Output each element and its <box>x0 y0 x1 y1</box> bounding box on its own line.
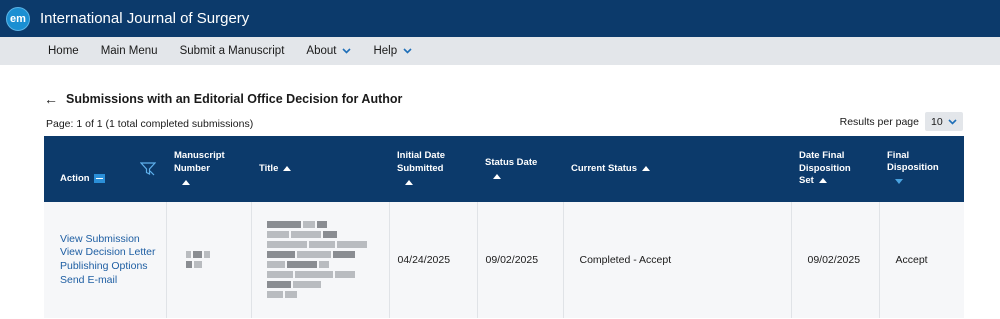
col-title-label: Title <box>259 162 279 174</box>
col-current-status[interactable]: Current Status <box>563 136 791 202</box>
results-per-page: Results per page 10 <box>840 112 963 131</box>
col-date-final-label-1: Date Final <box>799 150 845 162</box>
col-current-status-label: Current Status <box>571 162 637 174</box>
table-header-row: Action Manuscript Number Title Initial D… <box>44 136 964 202</box>
nav-submit-label: Submit a Manuscript <box>179 45 285 57</box>
col-date-final-label-2: Disposition <box>799 162 851 174</box>
nav-about-label: About <box>306 45 337 57</box>
nav-home-label: Home <box>48 45 79 57</box>
col-final-disposition[interactable]: Final Disposition <box>879 136 964 202</box>
send-email-link[interactable]: Send E-mail <box>60 274 158 288</box>
page-info: Page: 1 of 1 (1 total completed submissi… <box>46 118 254 130</box>
results-per-page-select[interactable]: 10 <box>925 112 963 131</box>
col-title[interactable]: Title <box>251 136 389 202</box>
chevron-down-icon <box>342 48 352 54</box>
sort-asc-icon <box>641 165 650 171</box>
col-final-label-1: Final <box>887 149 910 161</box>
nav-main-menu-label: Main Menu <box>100 45 158 57</box>
col-initial-label-1: Initial Date <box>397 150 446 162</box>
collapse-icon[interactable] <box>94 173 106 183</box>
sort-asc-icon <box>283 165 292 171</box>
view-submission-link[interactable]: View Submission <box>60 233 158 247</box>
col-final-label-2: Disposition <box>887 162 939 174</box>
sort-asc-icon <box>818 178 827 184</box>
redacted-title <box>266 220 381 300</box>
publishing-options-link[interactable]: Publishing Options <box>60 260 158 274</box>
back-arrow-icon[interactable]: ← <box>44 92 58 106</box>
table-row: View Submission View Decision Letter Pub… <box>44 202 964 318</box>
cell-initial-date-submitted: 04/24/2025 <box>389 202 478 318</box>
col-action-label: Action <box>60 172 90 184</box>
col-date-final-disposition[interactable]: Date Final Disposition Set <box>791 136 879 202</box>
nav-help[interactable]: Help <box>373 45 412 57</box>
col-ms-label-1: Manuscript <box>174 150 225 162</box>
nav-home[interactable]: Home <box>48 45 79 57</box>
cell-manuscript-number <box>166 202 252 318</box>
redacted-manuscript-number <box>185 250 243 270</box>
results-per-page-value: 10 <box>931 115 943 128</box>
col-ms-label-2: Number <box>174 162 210 174</box>
col-initial-date[interactable]: Initial Date Submitted <box>389 136 477 202</box>
col-status-date[interactable]: Status Date <box>477 136 563 202</box>
submissions-table: Action Manuscript Number Title Initial D… <box>44 136 964 318</box>
sort-desc-icon <box>895 178 903 184</box>
main-nav: Home Main Menu Submit a Manuscript About… <box>0 37 1000 65</box>
view-decision-letter-link[interactable]: View Decision Letter <box>60 246 158 260</box>
col-initial-label-2: Submitted <box>397 162 444 174</box>
col-action: Action <box>44 136 166 202</box>
em-logo[interactable]: em <box>6 6 30 31</box>
top-banner: em International Journal of Surgery <box>0 0 1000 37</box>
cell-date-final-disposition-set: 09/02/2025 <box>791 202 880 318</box>
sort-asc-icon <box>493 173 501 179</box>
cell-title <box>251 202 390 318</box>
filter-icon[interactable] <box>140 162 156 176</box>
cell-current-status: Completed - Accept <box>563 202 792 318</box>
col-status-date-label: Status Date <box>485 156 538 168</box>
results-per-page-label: Results per page <box>839 115 919 128</box>
col-manuscript-number[interactable]: Manuscript Number <box>166 136 251 202</box>
nav-main-menu[interactable]: Main Menu <box>101 45 158 57</box>
journal-title: International Journal of Surgery <box>40 10 250 27</box>
chevron-down-icon <box>948 118 957 125</box>
nav-submit-manuscript[interactable]: Submit a Manuscript <box>180 45 285 57</box>
nav-about[interactable]: About <box>306 45 352 57</box>
chevron-down-icon <box>403 48 412 54</box>
nav-help-label: Help <box>373 45 398 57</box>
page-title: Submissions with an Editorial Office Dec… <box>66 92 403 106</box>
cell-status-date: 09/02/2025 <box>477 202 564 318</box>
cell-final-disposition: Accept <box>895 254 928 266</box>
sort-asc-icon <box>405 180 413 186</box>
page-header: ← Submissions with an Editorial Office D… <box>44 92 402 106</box>
sort-asc-icon <box>182 180 190 186</box>
cell-actions: View Submission View Decision Letter Pub… <box>44 202 167 318</box>
col-date-final-label-3: Set <box>799 175 814 187</box>
